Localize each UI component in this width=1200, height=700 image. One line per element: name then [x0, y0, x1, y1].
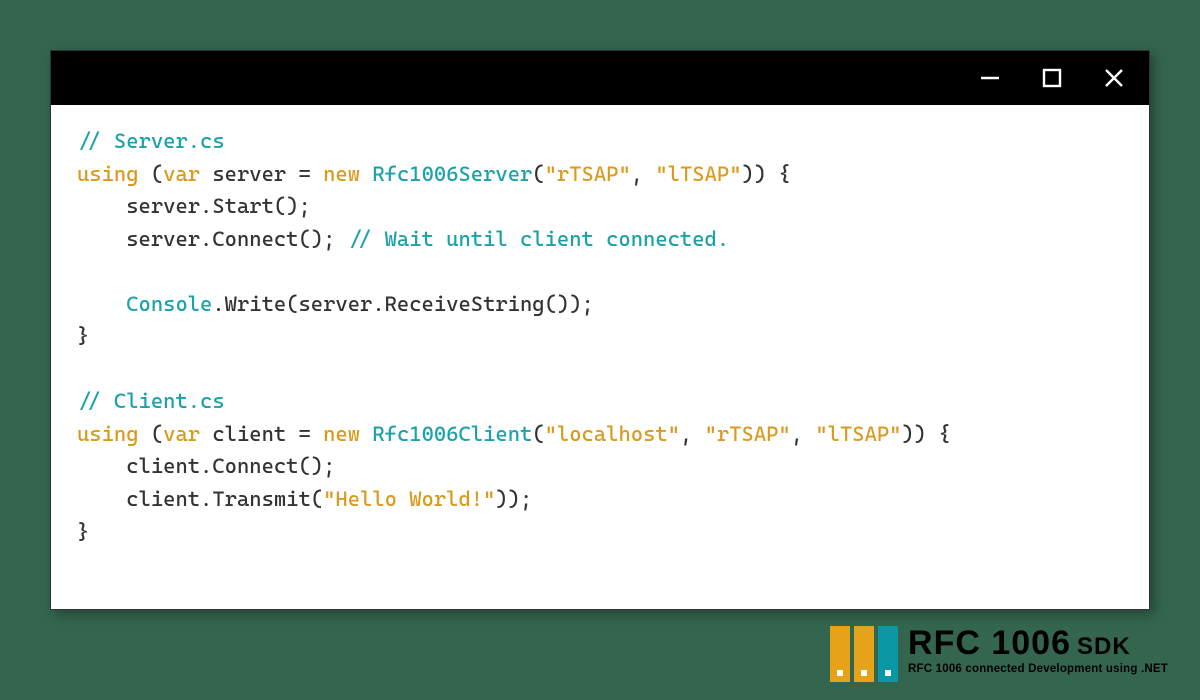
code-text — [360, 422, 372, 446]
logo-bar — [878, 626, 898, 682]
code-string: "lTSAP" — [655, 162, 741, 186]
close-button[interactable] — [1097, 61, 1131, 95]
code-string: "rTSAP" — [705, 422, 791, 446]
code-string: "rTSAP" — [545, 162, 631, 186]
code-keyword: var — [163, 422, 200, 446]
logo-bar — [830, 626, 850, 682]
code-text: )) { — [742, 162, 791, 186]
code-text: ( — [532, 422, 544, 446]
code-type: Rfc1006Server — [372, 162, 532, 186]
code-comment: // Wait until client connected. — [348, 227, 729, 251]
code-text: client.Transmit( — [126, 487, 323, 511]
logo-title-main: RFC 1006 — [908, 626, 1071, 660]
logo-subtitle: RFC 1006 connected Development using .NE… — [908, 664, 1168, 676]
code-editor: // Server.cs using (var server = new Rfc… — [51, 105, 1149, 609]
logo-title-sdk: SDK — [1077, 635, 1131, 659]
window-titlebar — [51, 51, 1149, 105]
logo-bar — [854, 626, 874, 682]
code-keyword: new — [323, 422, 360, 446]
code-text: client.Connect(); — [126, 454, 335, 478]
code-text: client = — [200, 422, 323, 446]
code-keyword: using — [77, 162, 139, 186]
code-type: Console — [126, 292, 212, 316]
code-comment: // Client.cs — [77, 389, 225, 413]
code-text: , — [791, 422, 816, 446]
code-text: server.Start(); — [126, 194, 311, 218]
code-type: Rfc1006Client — [372, 422, 532, 446]
code-keyword: var — [163, 162, 200, 186]
code-keyword: using — [77, 422, 139, 446]
code-text: server.Connect(); — [126, 227, 347, 251]
code-string: "Hello World!" — [323, 487, 495, 511]
code-text: } — [77, 520, 89, 544]
close-icon — [1101, 65, 1127, 91]
product-logo: RFC 1006 SDK RFC 1006 connected Developm… — [830, 626, 1168, 682]
code-window: // Server.cs using (var server = new Rfc… — [50, 50, 1150, 610]
code-comment: // Server.cs — [77, 129, 225, 153]
minimize-icon — [977, 65, 1003, 91]
minimize-button[interactable] — [973, 61, 1007, 95]
code-text: server = — [200, 162, 323, 186]
logo-text: RFC 1006 SDK RFC 1006 connected Developm… — [908, 626, 1168, 676]
code-text: )); — [495, 487, 532, 511]
code-keyword: new — [323, 162, 360, 186]
code-text: ( — [139, 422, 164, 446]
logo-title: RFC 1006 SDK — [908, 626, 1168, 660]
logo-bars-icon — [830, 626, 898, 682]
code-text: , — [680, 422, 705, 446]
code-text: } — [77, 324, 89, 348]
code-string: "lTSAP" — [815, 422, 901, 446]
code-string: "localhost" — [545, 422, 680, 446]
code-text — [360, 162, 372, 186]
code-text: ( — [139, 162, 164, 186]
code-text: .Write(server.ReceiveString()); — [212, 292, 593, 316]
code-text: , — [631, 162, 656, 186]
code-text: )) { — [901, 422, 950, 446]
maximize-icon — [1039, 65, 1065, 91]
code-text: ( — [532, 162, 544, 186]
maximize-button[interactable] — [1035, 61, 1069, 95]
